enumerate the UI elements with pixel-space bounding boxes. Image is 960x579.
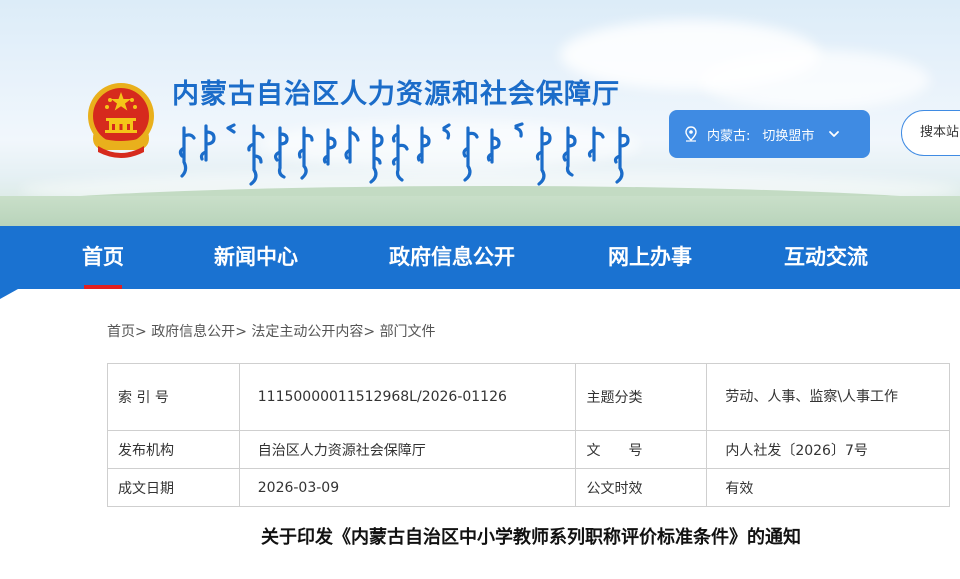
issuer-value: 自治区人力资源社会保障厅 — [238, 430, 577, 469]
validity-value: 有效 — [706, 468, 950, 507]
nav-item-home[interactable]: 首页 — [82, 226, 124, 289]
document-title: 关于印发《内蒙古自治区中小学教师系列职称评价标准条件》的通知 — [261, 527, 801, 548]
table-row: 成文日期 2026-03-09 公文时效 有效 — [107, 468, 950, 507]
mongolian-script-title — [178, 122, 630, 186]
breadcrumb-gov-info-disclosure[interactable]: 政府信息公开 — [151, 324, 235, 340]
document-info-table: 索 引 号 11150000011512968L/2026-01126 主题分类… — [107, 363, 950, 507]
breadcrumb-statutory-disclosure[interactable]: 法定主动公开内容 — [251, 324, 363, 340]
nav-corner-decoration — [0, 289, 960, 299]
nav-item-gov-info-disclosure[interactable]: 政府信息公开 — [389, 226, 515, 289]
date-value: 2026-03-09 — [238, 468, 577, 507]
breadcrumb-department-documents[interactable]: 部门文件 — [380, 324, 436, 340]
breadcrumb-separator: > — [363, 324, 376, 340]
breadcrumb-separator: > — [135, 324, 147, 340]
validity-label: 公文时效 — [575, 468, 708, 507]
switch-region-label: 切换盟市 — [762, 128, 815, 144]
index-no-value: 11150000011512968L/2026-01126 — [238, 363, 577, 431]
search-placeholder: 搜本站 — [920, 125, 960, 140]
issuer-label: 发布机构 — [107, 430, 240, 469]
table-row: 索 引 号 11150000011512968L/2026-01126 主题分类… — [107, 363, 950, 431]
grassland-decoration — [0, 196, 960, 226]
cloud-decoration — [700, 50, 930, 110]
date-label: 成文日期 — [107, 468, 240, 507]
breadcrumb-home[interactable]: 首页 — [107, 324, 135, 340]
category-value: 劳动、人事、监察\人事工作 — [706, 363, 950, 431]
location-pin-icon — [685, 126, 697, 142]
site-search-input[interactable]: 搜本站 — [901, 110, 960, 156]
chevron-down-icon — [829, 131, 840, 137]
table-row: 发布机构 自治区人力资源社会保障厅 文 号 内人社发〔2026〕7号 — [107, 430, 950, 469]
nav-item-online-services[interactable]: 网上办事 — [608, 226, 692, 289]
doc-no-label: 文 号 — [575, 430, 708, 469]
category-label: 主题分类 — [575, 363, 708, 431]
index-no-label: 索 引 号 — [107, 363, 240, 431]
doc-no-value: 内人社发〔2026〕7号 — [706, 430, 950, 469]
breadcrumb: 首页> 政府信息公开> 法定主动公开内容> 部门文件 — [107, 321, 436, 343]
region-switch-button[interactable]: 内蒙古: 切换盟市 — [669, 110, 870, 158]
breadcrumb-separator: > — [235, 324, 247, 340]
nav-item-interaction[interactable]: 互动交流 — [784, 226, 868, 289]
site-header: 内蒙古自治区人力资源和社会保障厅 内蒙古: 切换盟市 搜本站 — [0, 0, 960, 226]
nav-item-news-center[interactable]: 新闻中心 — [214, 226, 298, 289]
site-title[interactable]: 内蒙古自治区人力资源和社会保障厅 — [172, 78, 620, 112]
main-nav: 首页 新闻中心 政府信息公开 网上办事 互动交流 — [0, 226, 960, 289]
national-emblem-icon[interactable] — [84, 80, 158, 160]
current-region-label: 内蒙古: — [707, 128, 751, 144]
